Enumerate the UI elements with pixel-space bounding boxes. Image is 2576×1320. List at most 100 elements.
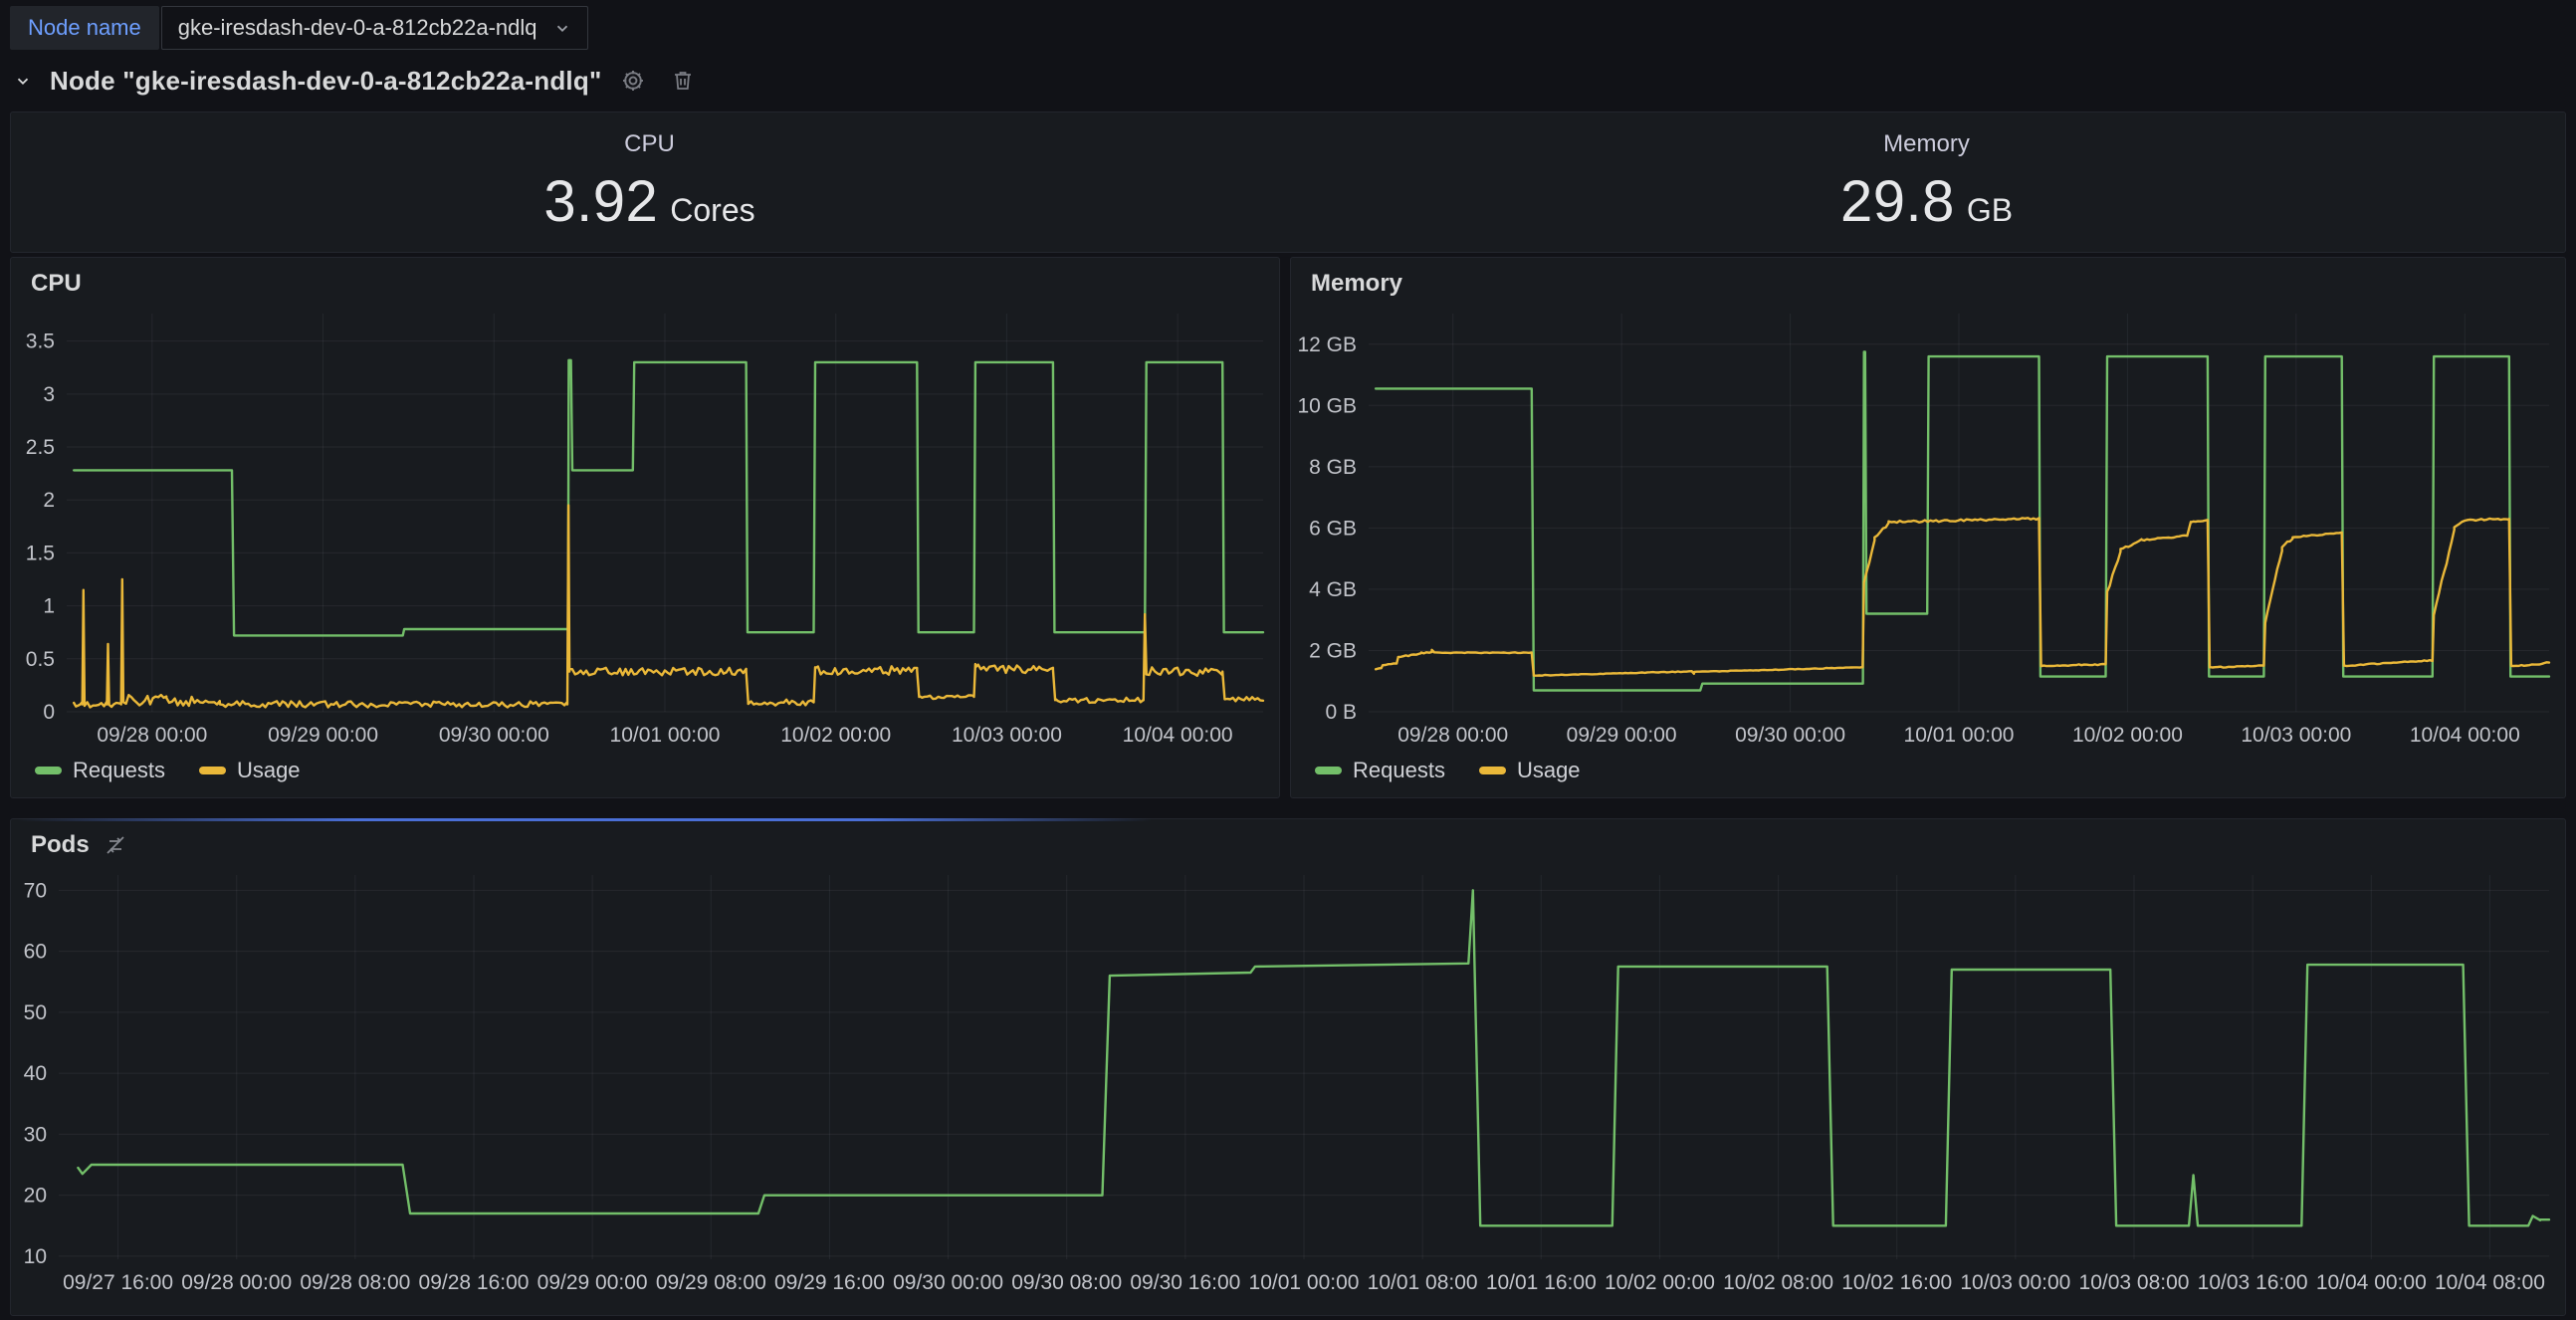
y-tick-label: 3.5 [26, 330, 55, 353]
row-settings-button[interactable] [615, 63, 651, 99]
series-line-requests [74, 360, 1263, 636]
y-tick-label: 2.5 [26, 436, 55, 459]
x-tick-label: 10/01 00:00 [1904, 724, 2015, 747]
legend-pill [1479, 767, 1506, 774]
variable-bar: Node name gke-iresdash-dev-0-a-812cb22a-… [10, 6, 588, 50]
legend-item-requests[interactable]: Requests [1315, 758, 1445, 783]
legend-item-requests[interactable]: Requests [35, 758, 165, 783]
sync-slash-icon [104, 833, 127, 857]
memory-chart[interactable]: 0 B 2 GB 4 GB 6 GB 8 GB 10 GB 12 GB 09/28 00:00… [1291, 302, 2565, 752]
legend-pill [1315, 767, 1342, 774]
stat-cpu-title: CPU [624, 130, 675, 158]
legend-label: Usage [237, 758, 301, 783]
y-tick-label: 40 [24, 1062, 47, 1085]
x-tick-label: 09/29 08:00 [656, 1271, 766, 1294]
stat-cpu-value: 3.92 [543, 168, 658, 235]
legend-item-usage[interactable]: Usage [199, 758, 301, 783]
x-tick-label: 10/02 08:00 [1723, 1271, 1833, 1294]
x-tick-label: 10/01 08:00 [1368, 1271, 1478, 1294]
chevron-down-icon [553, 19, 571, 37]
stat-memory: Memory 29.8 GB [1288, 112, 2565, 252]
x-tick-label: 10/02 16:00 [1841, 1271, 1952, 1294]
x-tick-label: 09/29 16:00 [774, 1271, 885, 1294]
x-tick-label: 10/03 08:00 [2079, 1271, 2190, 1294]
x-tick-label: 09/28 00:00 [1397, 724, 1508, 747]
gear-icon [620, 68, 646, 94]
x-tick-label: 09/28 08:00 [300, 1271, 410, 1294]
x-tick-label: 10/03 00:00 [1960, 1271, 2070, 1294]
x-tick-label: 09/28 00:00 [97, 724, 207, 747]
variable-label-text: Node name [28, 15, 141, 41]
trash-icon [671, 69, 695, 93]
legend-label: Requests [73, 758, 165, 783]
y-tick-label: 12 GB [1297, 333, 1357, 356]
x-tick-label: 10/04 00:00 [2316, 1271, 2427, 1294]
y-tick-label: 10 [24, 1245, 47, 1268]
pods-chart[interactable]: 10 20 30 40 50 60 70 09/27 16:00 09/28 00:00 09/2… [11, 863, 2565, 1299]
y-tick-label: 8 GB [1309, 456, 1357, 479]
y-tick-label: 3 [43, 383, 55, 406]
x-tick-label: 09/29 00:00 [537, 1271, 648, 1294]
stat-memory-value: 29.8 [1840, 168, 1955, 235]
x-tick-label: 10/02 00:00 [2072, 724, 2183, 747]
stats-panel: CPU 3.92 Cores Memory 29.8 GB [10, 111, 2566, 253]
row-title[interactable]: Node "gke-iresdash-dev-0-a-812cb22a-ndlq… [50, 66, 601, 97]
node-name-value: gke-iresdash-dev-0-a-812cb22a-ndlq [178, 15, 537, 41]
memory-panel: Memory 0 B 2 GB 4 GB 6 GB 8 GB 10 GB 12 GB 09/2… [1290, 257, 2566, 798]
x-tick-label: 10/03 00:00 [952, 724, 1062, 747]
y-tick-label: 30 [24, 1123, 47, 1146]
y-tick-label: 50 [24, 1001, 47, 1024]
cpu-legend: Requests Usage [11, 752, 1279, 783]
x-tick-label: 09/30 00:00 [893, 1271, 1003, 1294]
stat-cpu: CPU 3.92 Cores [11, 112, 1288, 252]
x-tick-label: 10/01 00:00 [1249, 1271, 1360, 1294]
x-tick-label: 10/03 16:00 [2198, 1271, 2308, 1294]
y-tick-label: 4 GB [1309, 578, 1357, 601]
x-tick-label: 10/01 16:00 [1486, 1271, 1597, 1294]
row-collapse-chevron-icon[interactable] [10, 68, 36, 94]
x-tick-label: 10/04 00:00 [2410, 724, 2520, 747]
y-tick-label: 1 [43, 595, 55, 618]
y-tick-label: 6 GB [1309, 517, 1357, 540]
x-tick-label: 10/04 00:00 [1123, 724, 1233, 747]
x-tick-label: 09/27 16:00 [63, 1271, 173, 1294]
y-tick-label: 70 [24, 879, 47, 902]
stat-cpu-unit: Cores [670, 192, 754, 229]
x-tick-label: 10/01 00:00 [610, 724, 721, 747]
y-tick-label: 0 [43, 701, 55, 724]
series-line-usage [1376, 518, 2549, 675]
x-tick-label: 09/30 08:00 [1011, 1271, 1122, 1294]
y-tick-label: 10 GB [1297, 394, 1357, 417]
legend-item-usage[interactable]: Usage [1479, 758, 1581, 783]
x-tick-label: 09/29 00:00 [268, 724, 378, 747]
x-tick-label: 09/28 00:00 [181, 1271, 292, 1294]
legend-pill [35, 767, 62, 774]
panel-loading-indicator [17, 818, 1152, 821]
cpu-chart[interactable]: 00.511.522.533.509/28 00:0009/29 00:0009… [11, 302, 1279, 752]
stat-memory-title: Memory [1883, 130, 1970, 158]
y-tick-label: 0.5 [26, 648, 55, 671]
y-tick-label: 2 GB [1309, 639, 1357, 662]
memory-panel-title[interactable]: Memory [1311, 270, 1402, 298]
legend-label: Usage [1517, 758, 1581, 783]
y-tick-label: 20 [24, 1185, 47, 1208]
y-tick-label: 1.5 [26, 542, 55, 564]
x-tick-label: 09/30 00:00 [1735, 724, 1845, 747]
dashboard-row-header: Node "gke-iresdash-dev-0-a-812cb22a-ndlq… [10, 58, 701, 104]
y-tick-label: 60 [24, 941, 47, 964]
pods-panel-title[interactable]: Pods [31, 831, 90, 859]
x-tick-label: 10/03 00:00 [2241, 724, 2351, 747]
x-tick-label: 10/02 00:00 [1605, 1271, 1715, 1294]
cpu-panel-title[interactable]: CPU [31, 270, 82, 298]
x-tick-label: 10/04 08:00 [2435, 1271, 2545, 1294]
y-tick-label: 0 B [1325, 701, 1357, 724]
node-name-dropdown[interactable]: gke-iresdash-dev-0-a-812cb22a-ndlq [161, 6, 588, 50]
variable-label: Node name [10, 6, 159, 50]
x-tick-label: 09/29 00:00 [1567, 724, 1677, 747]
legend-label: Requests [1353, 758, 1445, 783]
legend-pill [199, 767, 226, 774]
series-line-pods [78, 890, 2549, 1225]
memory-legend: Requests Usage [1291, 752, 2565, 783]
row-delete-button[interactable] [665, 63, 701, 99]
pods-panel: Pods 10 20 30 40 50 60 70 09/27 16:00 09/28 00:0… [10, 818, 2566, 1316]
